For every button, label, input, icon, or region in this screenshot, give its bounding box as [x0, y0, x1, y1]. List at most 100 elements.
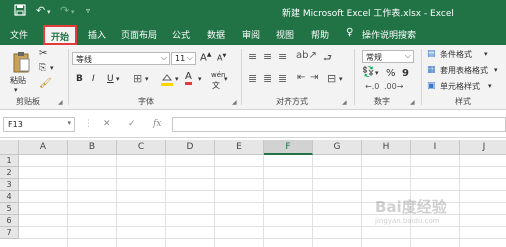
column-header-a[interactable]: A	[19, 140, 68, 155]
column-header-c[interactable]: C	[117, 140, 166, 155]
merge-dropdown-icon[interactable]: ▾	[339, 75, 343, 83]
borders-dropdown-icon[interactable]: ▾	[145, 75, 149, 83]
more-options-icon[interactable]: ⋮	[84, 119, 93, 129]
row-header-6[interactable]: 6	[0, 215, 19, 227]
font-color-button[interactable]: A	[185, 71, 192, 85]
accounting-dropdown-icon[interactable]: ▾	[375, 69, 379, 77]
copy-icon[interactable]: ⎘	[39, 63, 46, 73]
align-middle-icon[interactable]: ≡	[263, 50, 272, 63]
watermark: Bai度经验 jingyan.baidu.com	[375, 196, 485, 230]
tab-page-layout[interactable]: 页面布局	[121, 28, 157, 41]
row-header-3[interactable]: 3	[0, 179, 19, 191]
clipboard-launcher-icon[interactable]: ◢	[58, 99, 63, 106]
align-center-icon[interactable]: ≣	[263, 72, 272, 85]
increase-indent-icon[interactable]: ⇥	[310, 72, 318, 83]
formula-input[interactable]	[172, 117, 506, 132]
align-top-icon[interactable]: ≡	[248, 50, 257, 63]
column-header-i[interactable]: I	[411, 140, 460, 155]
column-header-h[interactable]: H	[362, 140, 411, 155]
tab-file[interactable]: 文件	[10, 28, 28, 41]
merge-center-icon[interactable]: ⊟	[327, 72, 336, 85]
increase-decimal-icon[interactable]: ←.0	[365, 82, 379, 91]
row-header-7[interactable]: 7	[0, 227, 19, 239]
group-divider	[421, 49, 422, 105]
watermark-sub: jingyan.baidu.com	[375, 217, 440, 225]
undo-icon[interactable]: ↶	[36, 4, 45, 17]
undo-dropdown-icon[interactable]: ▾	[47, 8, 51, 16]
paste-icon[interactable]	[12, 51, 30, 73]
increase-font-button[interactable]: A▲	[200, 51, 211, 63]
tab-view[interactable]: 视图	[276, 28, 294, 41]
cut-icon[interactable]: ✂	[39, 48, 47, 59]
decrease-decimal-icon[interactable]: .00→	[384, 82, 403, 91]
bold-button[interactable]: B	[76, 74, 83, 84]
format-table-dropdown-icon[interactable]: ▾	[494, 66, 498, 74]
conditional-dropdown-icon[interactable]: ▾	[484, 50, 488, 58]
comma-style-button[interactable]: 9	[402, 68, 409, 79]
row-header-4[interactable]: 4	[0, 191, 19, 203]
column-gridline	[214, 155, 215, 247]
font-color-dropdown-icon[interactable]: ▾	[198, 75, 202, 83]
decrease-font-button[interactable]: A▼	[217, 53, 226, 63]
tab-help[interactable]: 帮助	[311, 28, 329, 41]
name-box[interactable]: F13 ▾	[3, 117, 75, 132]
redo-icon[interactable]: ↷	[60, 4, 69, 17]
percent-button[interactable]: %	[386, 68, 396, 79]
watermark-text: Bai度经验	[375, 198, 447, 216]
column-header-e[interactable]: E	[215, 140, 264, 155]
cell-styles-button[interactable]: 单元格样式	[440, 81, 480, 92]
font-size-combo[interactable]: 11 ⌵	[171, 52, 196, 65]
tab-data[interactable]: 数据	[207, 28, 225, 41]
column-header-f[interactable]: F	[264, 140, 313, 155]
tab-formulas[interactable]: 公式	[172, 28, 190, 41]
italic-button[interactable]: I	[92, 74, 95, 84]
worksheet-grid[interactable]: ABCDEFGHIJ 1234567	[0, 140, 506, 247]
align-bottom-icon[interactable]: ≡	[278, 50, 287, 63]
format-painter-icon[interactable]: 🖌	[39, 78, 52, 89]
accounting-format-icon[interactable]: 💱	[362, 67, 374, 78]
fill-color-dropdown-icon[interactable]: ▾	[175, 75, 179, 83]
format-as-table-button[interactable]: 套用表格格式	[440, 65, 488, 76]
customize-qat-icon[interactable]: ▿	[86, 6, 90, 15]
row-header-5[interactable]: 5	[0, 203, 19, 215]
paste-button[interactable]: 粘贴	[10, 75, 26, 86]
column-header-b[interactable]: B	[68, 140, 117, 155]
column-header-d[interactable]: D	[166, 140, 215, 155]
row-header-1[interactable]: 1	[0, 155, 19, 167]
number-launcher-icon[interactable]: ◢	[410, 99, 415, 106]
ribbon: 粘贴 ▾ ✂ ⎘ ▾ 🖌 剪贴板 ◢ 等线 ⌵ 11 ⌵ A▲ A▼ B I U…	[0, 45, 506, 110]
wrap-text-icon[interactable]: ⮐	[323, 51, 332, 68]
align-left-icon[interactable]: ≣	[248, 72, 257, 85]
font-launcher-icon[interactable]: ◢	[232, 99, 237, 106]
number-format-combo[interactable]: 常规 ⌵	[362, 50, 414, 63]
save-icon[interactable]	[14, 4, 26, 16]
column-header-g[interactable]: G	[313, 140, 362, 155]
chevron-down-icon: ▾	[67, 119, 71, 127]
align-right-icon[interactable]: ≣	[278, 72, 287, 85]
tab-insert[interactable]: 插入	[88, 28, 106, 41]
font-name-combo[interactable]: 等线 ⌵	[72, 52, 170, 65]
borders-icon[interactable]: ⊞	[133, 72, 142, 85]
select-all-corner[interactable]	[0, 140, 19, 155]
paste-dropdown-icon[interactable]: ▾	[14, 86, 18, 94]
enter-button[interactable]: ✓	[128, 119, 136, 129]
column-header-j[interactable]: J	[460, 140, 506, 155]
fill-color-icon[interactable]	[160, 72, 174, 86]
copy-dropdown-icon[interactable]: ▾	[50, 64, 54, 72]
phonetic-dropdown-icon[interactable]: ▾	[224, 75, 228, 83]
insert-function-button[interactable]: fx	[153, 119, 161, 129]
alignment-launcher-icon[interactable]: ◢	[342, 99, 347, 106]
cell-styles-dropdown-icon[interactable]: ▾	[488, 82, 492, 90]
redo-dropdown-icon[interactable]: ▾	[71, 8, 75, 16]
conditional-format-button[interactable]: 条件格式	[440, 49, 472, 60]
underline-dropdown-icon[interactable]: ▾	[116, 75, 120, 83]
cancel-button[interactable]: ✕	[103, 119, 111, 129]
tell-me-search[interactable]: 操作说明搜索	[362, 28, 416, 41]
underline-button[interactable]: U	[107, 74, 114, 84]
tab-home[interactable]: 开始	[43, 25, 78, 45]
row-header-2[interactable]: 2	[0, 167, 19, 179]
lightbulb-icon[interactable]: ♀	[346, 27, 353, 38]
decrease-indent-icon[interactable]: ⇤	[297, 72, 305, 83]
tab-review[interactable]: 审阅	[242, 28, 260, 41]
orientation-icon[interactable]: ab↗	[296, 50, 317, 61]
